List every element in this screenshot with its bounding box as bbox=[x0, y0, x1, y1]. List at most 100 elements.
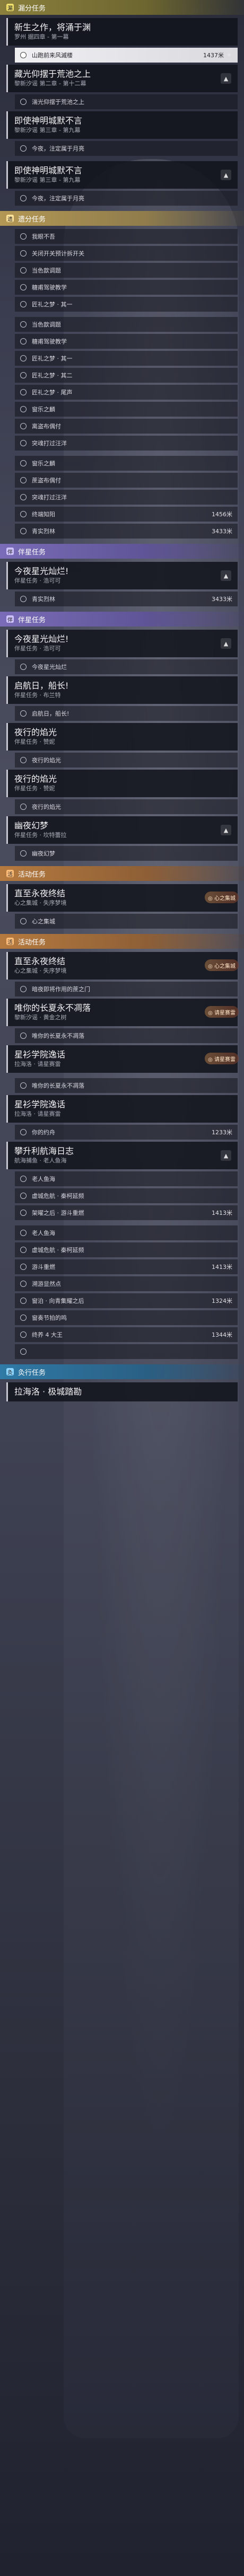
objective[interactable]: 匠礼之梦 · 尾声 bbox=[15, 385, 238, 400]
objective[interactable]: 突魂打过汪洋 bbox=[15, 490, 238, 505]
section-header-trail[interactable]: 遗遗分任务 bbox=[0, 211, 244, 226]
objective-text: 终养 4 大王 bbox=[32, 1331, 63, 1338]
objective-active[interactable]: 山跑前来风滅楼 1437米 ◆ bbox=[15, 48, 238, 63]
quest-title: 直至永夜终结 bbox=[14, 956, 66, 966]
objective[interactable]: 今夜星光灿烂 bbox=[15, 659, 238, 674]
quest-title: 星衫学院逸话 bbox=[14, 1099, 66, 1109]
objective[interactable]: 你的约舟 1233米 bbox=[15, 1125, 238, 1140]
objective[interactable]: 我眼不吾 bbox=[15, 229, 238, 244]
objective-text: 暗夜即将作用的蔗之门 bbox=[32, 986, 90, 993]
section-header-companion[interactable]: 伴伴星任务 bbox=[0, 612, 244, 627]
section-badge-icon: 灸 bbox=[6, 1368, 14, 1376]
objective[interactable]: 唯你的长夏永不凋落 bbox=[15, 1028, 238, 1043]
objective[interactable]: 窗泊 · 向青集耀之后 1324米 bbox=[15, 1293, 238, 1308]
objective[interactable]: 暗夜即将作用的蔗之门 bbox=[15, 982, 238, 996]
objective[interactable]: 匠礼之梦 · 其一 bbox=[15, 351, 238, 366]
quest-subtitle: 黎新汐谣 第三章 - 第九幕 bbox=[14, 127, 81, 134]
objective[interactable]: 虚城危航 · 秦柯延频 bbox=[15, 1188, 238, 1203]
quest-head[interactable]: 拉海洛 · 极城踏勘 bbox=[6, 1382, 238, 1401]
objective[interactable]: 虚城危航 · 秦柯延频 bbox=[15, 1242, 238, 1257]
objective-distance: 1456米 bbox=[212, 511, 232, 518]
quest-head[interactable]: 攀升利航海日志 航海捕鱼 · 老人鱼海 ▲ bbox=[6, 1142, 238, 1169]
objective[interactable]: 匠礼之梦 · 其一 bbox=[15, 297, 238, 312]
section-header-daily[interactable]: 灸灸行任务 bbox=[0, 1364, 244, 1379]
objective-text: 当色歆调题 bbox=[32, 321, 61, 328]
objective[interactable]: 夜行的焰光 bbox=[15, 753, 238, 767]
objective[interactable]: 湍光仰摆于荒池之上 bbox=[15, 94, 238, 109]
objective[interactable]: 离盗布偶付 bbox=[15, 419, 238, 434]
objective-check-icon bbox=[20, 267, 27, 274]
section-header-trial[interactable]: 漏漏分任务 bbox=[0, 0, 244, 15]
objective[interactable]: 幽夜幻梦 bbox=[15, 846, 238, 861]
section-badge-icon: 活 bbox=[6, 938, 14, 946]
location-badge[interactable]: ◎ 请星赛雷 bbox=[205, 1053, 239, 1064]
objective-text: 今夜星光灿烂 bbox=[32, 664, 67, 671]
quest-head[interactable]: 启航日，船长! 伴星任务 · 布兰特 bbox=[6, 676, 238, 704]
quest-head[interactable]: 星衫学院逸话 拉海洛 · 请星赛雷 bbox=[6, 1095, 238, 1123]
objective[interactable]: 青实烈林 3433米 bbox=[15, 524, 238, 539]
objective[interactable]: 今夜，注定属于月亮 bbox=[15, 141, 238, 156]
collapse-toggle-icon[interactable]: ▲ bbox=[221, 825, 231, 835]
quest-head[interactable]: 藏光仰摆于荒池之上 黎新汐谣 第二章 - 第十二幕 ▲ bbox=[6, 65, 238, 92]
objective[interactable]: 溯游显然点 bbox=[15, 1276, 238, 1291]
objective[interactable]: 当色歆调题 bbox=[15, 317, 238, 332]
quest-head[interactable]: 新生之作，将涌于渊 罗州 据四章 - 第一幕 bbox=[6, 18, 238, 46]
objective[interactable]: 架曜之后 · 游斗重燃 1413米 bbox=[15, 1205, 238, 1220]
objective[interactable]: 关闭开关预计拆开关 bbox=[15, 246, 238, 261]
section-header-companion[interactable]: 伴伴星任务 bbox=[0, 544, 244, 559]
objective-text: 离盗布偶付 bbox=[32, 423, 61, 430]
objective[interactable]: 老人鱼海 bbox=[15, 1171, 238, 1186]
objective-check-icon bbox=[20, 664, 27, 670]
objective[interactable]: 青实烈林 3433米 bbox=[15, 592, 238, 606]
objective[interactable]: 今夜，注定属于月亮 bbox=[15, 191, 238, 206]
objective-check-icon bbox=[20, 511, 27, 517]
objective[interactable] bbox=[15, 1344, 238, 1359]
objective[interactable]: 终端知阳 1456米 bbox=[15, 507, 238, 522]
objective[interactable]: 老人鱼海 bbox=[15, 1225, 238, 1240]
collapse-toggle-icon[interactable]: ▲ bbox=[221, 73, 231, 84]
quest-head[interactable]: 星衫学院逸话 拉海洛 · 请星赛雷 ◎ 请星赛雷 bbox=[6, 1045, 239, 1073]
objective[interactable]: 窗乐之麟 bbox=[15, 402, 238, 417]
objective[interactable]: 糖甫驾驶教学 bbox=[15, 280, 238, 295]
quest-head[interactable]: 幽夜幻梦 伴星任务 · 坎特蕾拉 ▲ bbox=[6, 816, 238, 844]
objective-check-icon bbox=[20, 195, 27, 201]
quest-head[interactable]: 即使神明城默不言 黎新汐谣 第三章 - 第九幕 ▲ bbox=[6, 161, 238, 189]
quest-head[interactable]: 今夜星光灿烂! 伴星任务 · 浩可可 ▲ bbox=[6, 562, 238, 589]
section-header-event[interactable]: 活活动任务 bbox=[0, 866, 244, 881]
objective[interactable]: 窗乐之麟 bbox=[15, 456, 238, 471]
section-header-event[interactable]: 活活动任务 bbox=[0, 934, 244, 949]
collapse-toggle-icon[interactable]: ▲ bbox=[221, 170, 231, 180]
objective[interactable]: 启航日，船长! bbox=[15, 706, 238, 721]
objective[interactable]: 匠礼之梦 · 其二 bbox=[15, 368, 238, 383]
objective[interactable]: 突魂打过汪洋 bbox=[15, 436, 238, 451]
quest-title: 新生之作，将涌于渊 bbox=[14, 22, 91, 32]
objective[interactable]: 蔗盗布偶付 bbox=[15, 473, 238, 488]
objective[interactable]: 终养 4 大王 1344米 bbox=[15, 1327, 238, 1342]
collapse-toggle-icon[interactable]: ▲ bbox=[221, 638, 231, 649]
location-badge[interactable]: ◎ 心之集城 bbox=[205, 959, 239, 971]
quest-head[interactable]: 直至永夜终结 心之集城 · 失序梦境 ◎ 心之集城 bbox=[6, 884, 239, 912]
quest-head[interactable]: 唯你的长夏永不凋落 黎新汐谣 · 黄金之树 ◎ 请星赛雷 bbox=[6, 999, 239, 1026]
objective[interactable]: 糖甫驾驶教学 bbox=[15, 334, 238, 349]
objective[interactable]: 窗奏节拍的鸣 bbox=[15, 1310, 238, 1325]
collapse-toggle-icon[interactable]: ▲ bbox=[221, 1150, 231, 1161]
objective-check-icon bbox=[20, 494, 27, 500]
objective[interactable]: 夜行的焰光 bbox=[15, 799, 238, 814]
objective[interactable]: 心之集城 bbox=[15, 914, 238, 929]
quest-head[interactable]: 直至永夜终结 心之集城 · 失序梦境 ◎ 心之集城 bbox=[6, 952, 239, 980]
location-badge[interactable]: ◎ 心之集城 bbox=[205, 892, 239, 903]
objective-check-icon bbox=[20, 918, 27, 924]
objective[interactable]: 游斗重燃 1413米 bbox=[15, 1259, 238, 1274]
objective-text: 溯游显然点 bbox=[32, 1281, 61, 1287]
objective[interactable]: 当色歆调题 bbox=[15, 263, 238, 278]
objective[interactable]: 唯你的长夏永不凋落 bbox=[15, 1078, 238, 1093]
quest-head[interactable]: 夜行的焰光 伴星任务 · 赞妮 bbox=[6, 770, 238, 797]
location-badge[interactable]: ◎ 请星赛雷 bbox=[205, 1006, 239, 1018]
quest-head[interactable]: 即使神明城默不言 黎新汐谣 第三章 - 第九幕 bbox=[6, 111, 238, 139]
collapse-toggle-icon[interactable]: ▲ bbox=[221, 570, 231, 581]
quest-head[interactable]: 今夜星光灿烂! 伴星任务 · 浩可可 ▲ bbox=[6, 630, 238, 657]
quest-head[interactable]: 夜行的焰光 伴星任务 · 赞妮 bbox=[6, 723, 238, 751]
objective-check-icon bbox=[20, 1230, 27, 1236]
quest-title: 夜行的焰光 bbox=[14, 774, 57, 784]
quest-subtitle: 黎新汐谣 · 黄金之树 bbox=[14, 1014, 67, 1021]
